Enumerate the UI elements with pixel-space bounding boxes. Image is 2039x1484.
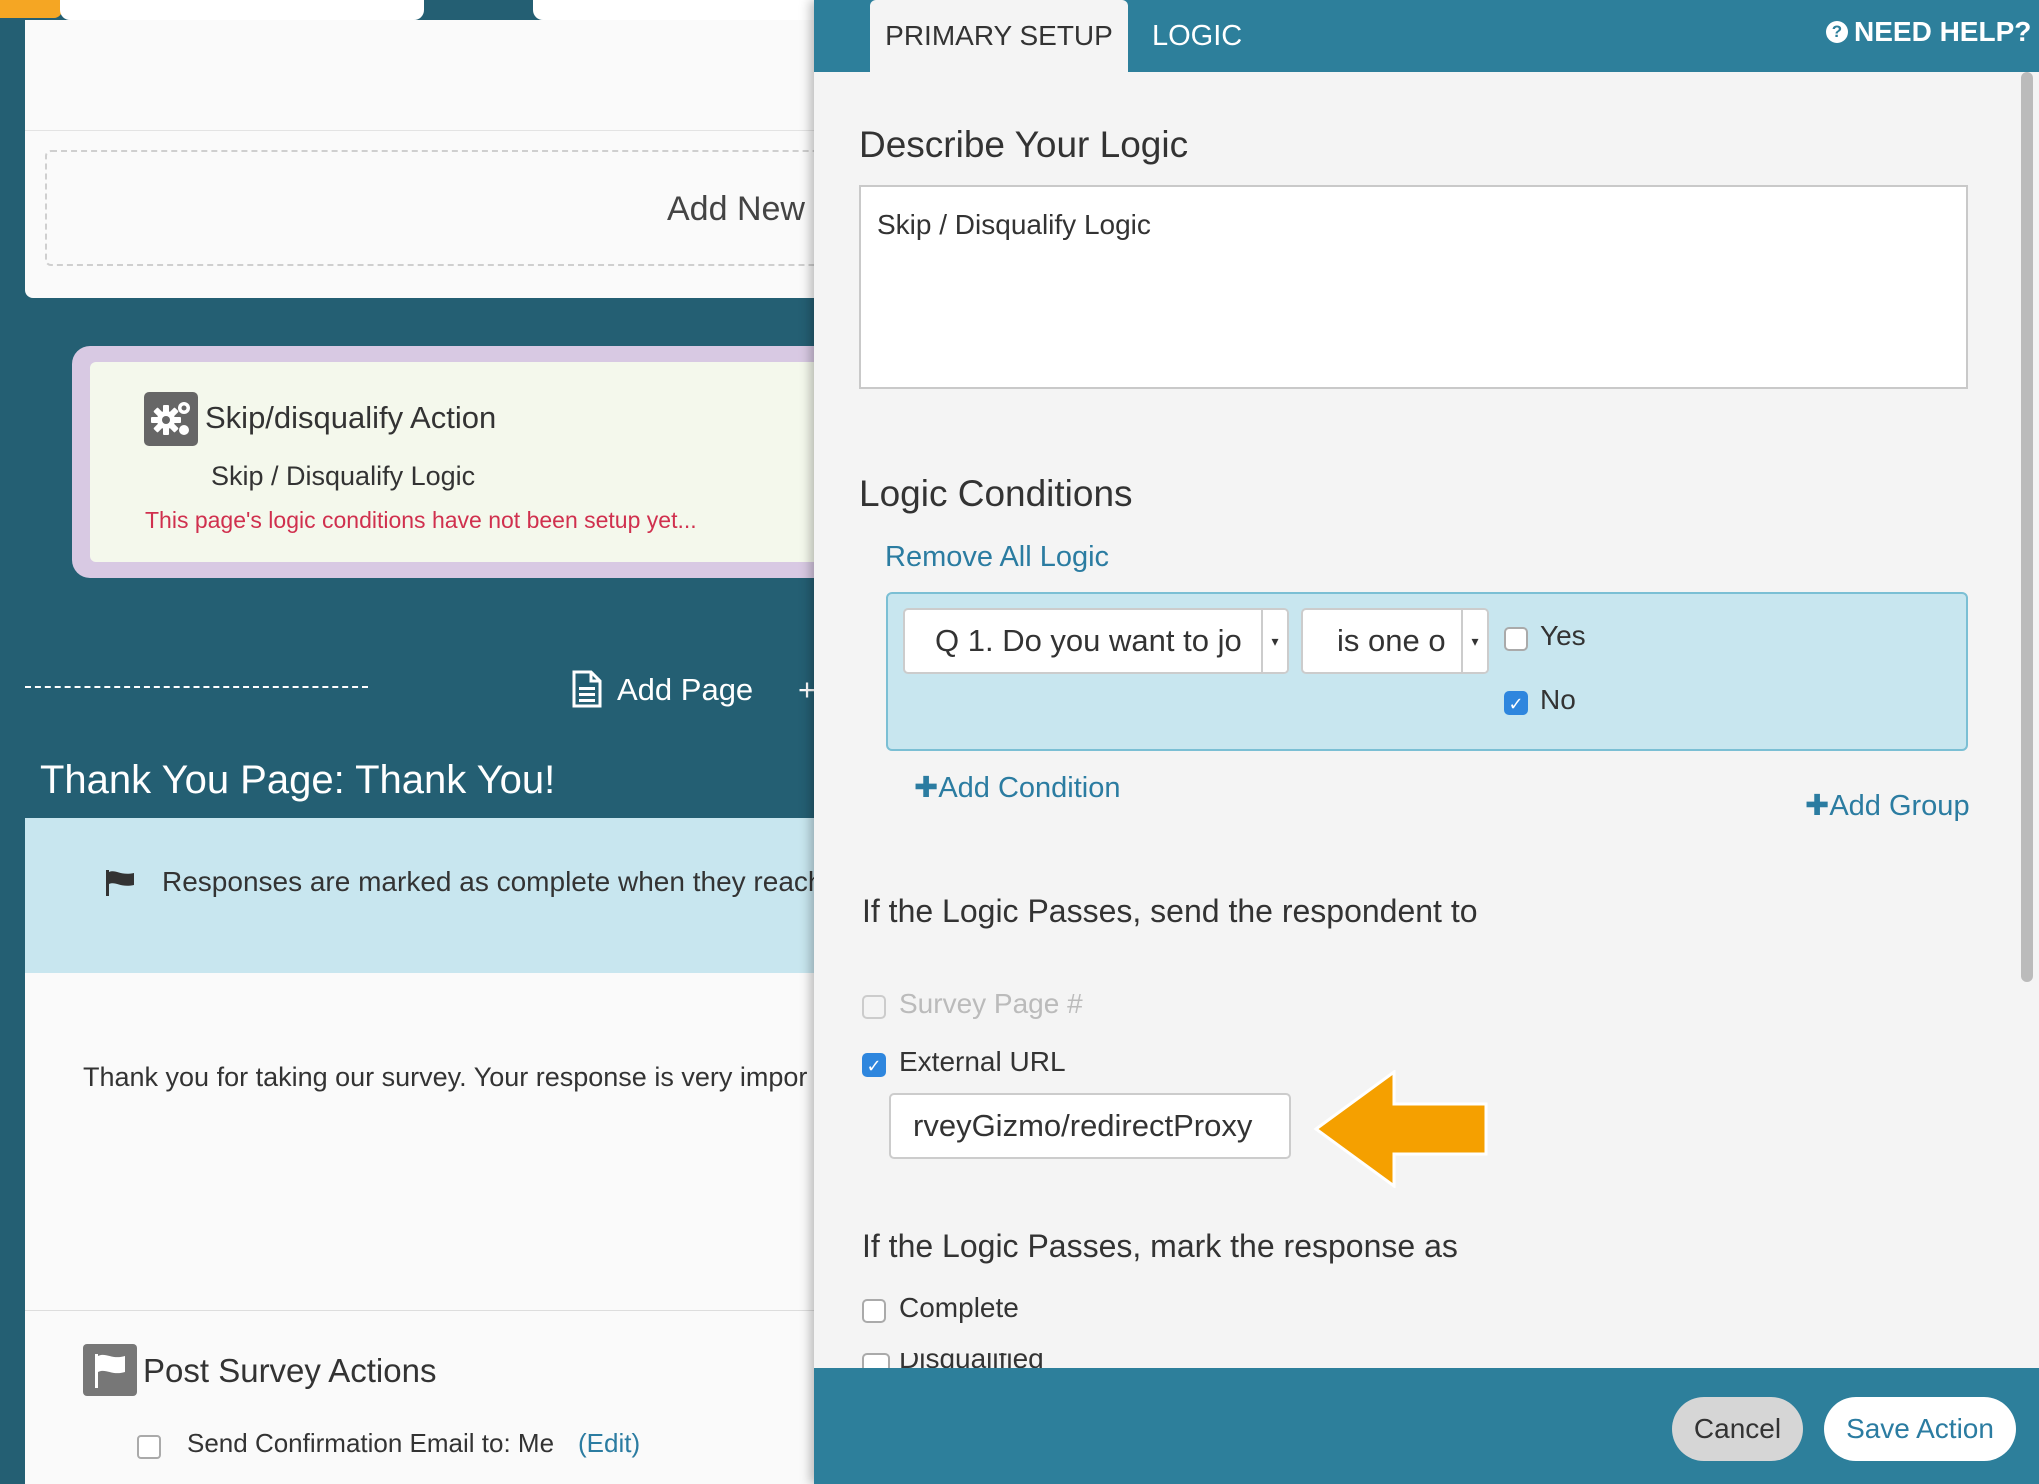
add-condition-link[interactable]: ✚Add Condition — [914, 770, 1121, 805]
completion-banner-text: Responses are marked as complete when th… — [162, 866, 824, 897]
panel-scrollbar[interactable] — [2021, 72, 2033, 982]
need-help-link[interactable]: ? NEED HELP? — [1826, 16, 2031, 48]
describe-logic-textarea[interactable]: Skip / Disqualify Logic — [859, 185, 1968, 389]
operator-select-value: is one o — [1337, 623, 1446, 658]
save-action-button[interactable]: Save Action — [1824, 1397, 2016, 1461]
action-warning: This page's logic conditions have not be… — [145, 507, 697, 533]
external-url-label: External URL — [899, 1046, 1066, 1077]
add-new-dropzone[interactable]: Add New — [45, 150, 865, 266]
background-top-tab[interactable] — [60, 0, 424, 20]
background-top-tab[interactable] — [533, 0, 833, 20]
dropdown-caret-icon: ▾ — [1261, 610, 1287, 672]
cancel-button[interactable]: Cancel — [1672, 1397, 1803, 1461]
tab-logic[interactable]: LOGIC — [1152, 0, 1242, 72]
add-new-label: Add New — [667, 190, 805, 228]
option-yes-checkbox[interactable] — [1504, 627, 1528, 651]
remove-all-logic-link[interactable]: Remove All Logic — [885, 541, 1109, 574]
add-condition-label: Add Condition — [938, 772, 1121, 804]
describe-logic-heading: Describe Your Logic — [859, 124, 1189, 165]
question-select[interactable]: Q 1. Do you want to jo ▾ — [903, 608, 1289, 674]
add-group-link[interactable]: ✚Add Group — [1805, 788, 1970, 823]
disqualified-checkbox[interactable] — [862, 1353, 890, 1369]
arrow-pointer-icon — [1312, 1069, 1490, 1189]
action-subtitle: Skip / Disqualify Logic — [211, 461, 476, 491]
option-no-label: No — [1540, 684, 1576, 715]
option-no-checkbox[interactable]: ✓ — [1504, 691, 1528, 715]
disqualified-label: Disqualified — [899, 1353, 1044, 1369]
disqualified-option[interactable]: Disqualified — [862, 1353, 1262, 1369]
page-divider — [25, 686, 368, 688]
flag-icon — [83, 1344, 137, 1396]
edit-link[interactable]: (Edit) — [578, 1428, 640, 1459]
thank-you-message: Thank you for taking our survey. Your re… — [83, 1062, 808, 1092]
external-url-input[interactable]: rveyGizmo/redirectProxy — [889, 1093, 1291, 1159]
plus-icon: ✚ — [914, 772, 939, 804]
tab-primary-setup[interactable]: PRIMARY SETUP — [870, 0, 1128, 72]
complete-label: Complete — [899, 1292, 1019, 1323]
logic-conditions-heading: Logic Conditions — [859, 473, 1133, 514]
plus-icon: ✚ — [1805, 790, 1830, 822]
app-logo-fragment — [0, 0, 62, 18]
help-icon: ? — [1826, 21, 1848, 43]
thank-you-page-title: Thank You Page: Thank You! — [40, 758, 556, 802]
action-title: Skip/disqualify Action — [205, 400, 497, 435]
survey-page-label: Survey Page # — [899, 988, 1083, 1019]
add-page-button[interactable]: Add Page — [617, 672, 753, 708]
question-select-value: Q 1. Do you want to jo — [935, 623, 1242, 658]
logic-passes-mark-heading: If the Logic Passes, mark the response a… — [862, 1228, 1458, 1264]
page-icon — [572, 670, 602, 708]
flag-icon — [106, 870, 136, 896]
dropdown-caret-icon: ▾ — [1461, 610, 1487, 672]
confirmation-email-checkbox[interactable] — [137, 1435, 161, 1459]
post-survey-actions-title: Post Survey Actions — [143, 1352, 437, 1389]
confirmation-email-label: Send Confirmation Email to: Me — [187, 1428, 555, 1458]
complete-checkbox[interactable] — [862, 1299, 886, 1323]
external-url-checkbox[interactable]: ✓ — [862, 1053, 886, 1077]
survey-page-checkbox[interactable] — [862, 995, 886, 1019]
operator-select[interactable]: is one o ▾ — [1301, 608, 1489, 674]
gear-icon — [144, 392, 198, 446]
need-help-label: NEED HELP? — [1854, 16, 2032, 47]
logic-passes-send-heading: If the Logic Passes, send the respondent… — [862, 893, 1478, 929]
add-group-label: Add Group — [1829, 790, 1970, 822]
option-yes-label: Yes — [1540, 620, 1586, 651]
divider — [25, 1310, 845, 1311]
